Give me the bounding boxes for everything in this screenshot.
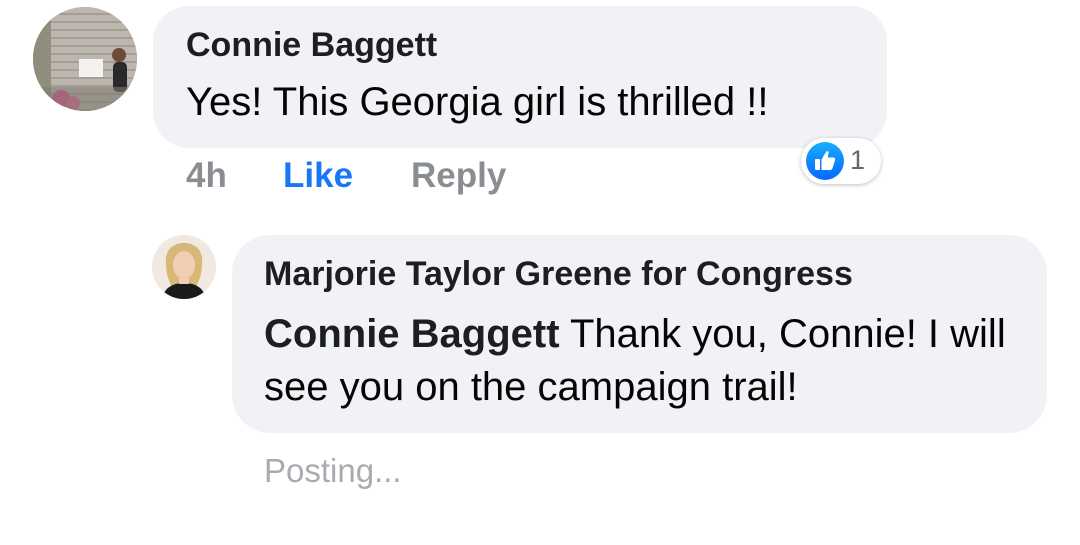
- posting-status: Posting...: [264, 452, 402, 489]
- avatar-photo: [152, 235, 216, 299]
- comment-thread: Connie Baggett Yes! This Georgia girl is…: [0, 0, 1080, 545]
- comment-author-name[interactable]: Connie Baggett: [186, 26, 437, 65]
- avatar-photo: [33, 7, 137, 111]
- mention-tag[interactable]: Connie Baggett: [264, 312, 560, 356]
- comment-text: Yes! This Georgia girl is thrilled !!: [186, 80, 769, 124]
- reaction-summary[interactable]: 1: [801, 138, 881, 184]
- commenter-avatar[interactable]: [33, 7, 137, 111]
- reply-button[interactable]: Reply: [411, 156, 506, 196]
- like-thumbs-up-icon: [806, 142, 844, 180]
- reaction-count: 1: [850, 145, 866, 175]
- reply-text: Connie Baggett Thank you, Connie! I will…: [264, 308, 1024, 414]
- like-button[interactable]: Like: [283, 156, 353, 196]
- comment-timestamp[interactable]: 4h: [186, 156, 227, 196]
- reply-author-name[interactable]: Marjorie Taylor Greene for Congress: [264, 255, 853, 294]
- page-avatar[interactable]: [152, 235, 216, 299]
